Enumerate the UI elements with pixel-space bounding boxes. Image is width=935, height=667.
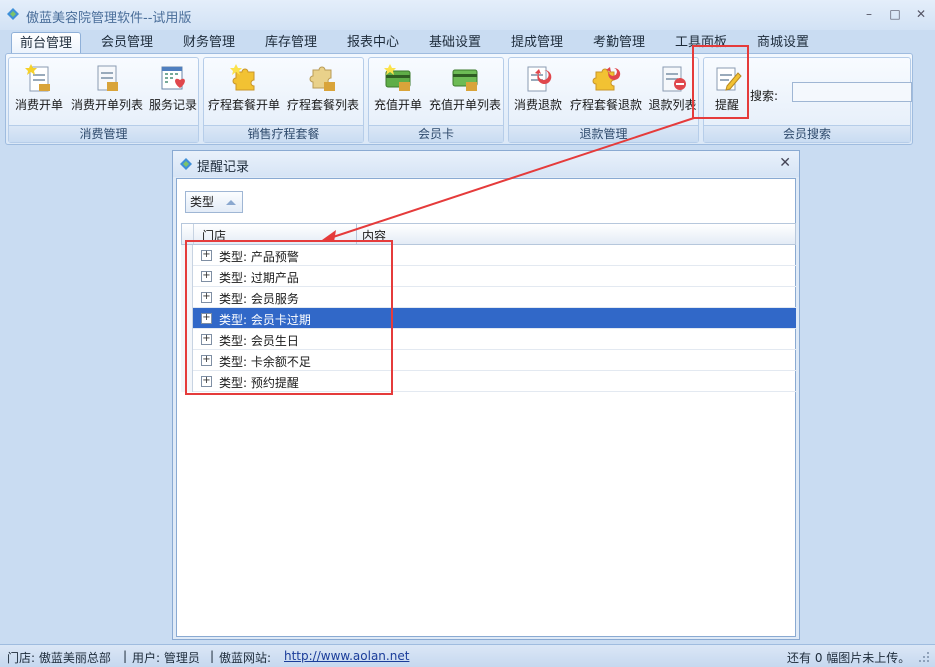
puzzle-star-icon: [230, 64, 255, 91]
group-refund: 消费退款 疗程套餐退款 退款列表 退款管理: [508, 57, 699, 143]
group-refund-label: 退款管理: [509, 125, 698, 142]
group-consumption-label: 消费管理: [9, 125, 198, 142]
package-order-button[interactable]: 疗程套餐开单: [206, 60, 282, 122]
group-package-sales-label: 销售疗程套餐: [204, 125, 363, 142]
member-search-input[interactable]: [792, 82, 912, 102]
search-label: 搜索:: [750, 89, 779, 103]
tab-members[interactable]: 会员管理: [92, 32, 162, 55]
tab-front-desk[interactable]: 前台管理: [11, 32, 81, 55]
tab-finance[interactable]: 财务管理: [174, 32, 244, 55]
title-bar: 傲蓝美容院管理软件--试用版 – □ ✕: [0, 0, 935, 30]
status-bar: 门店: 傲蓝美丽总部 | 用户: 管理员 | 傲蓝网站: http://www.…: [0, 644, 935, 667]
package-refund-button[interactable]: 疗程套餐退款: [567, 60, 645, 122]
package-list-label: 疗程套餐列表: [286, 98, 359, 112]
consume-refund-label: 消费退款: [513, 98, 562, 112]
document-list-icon: [97, 65, 118, 91]
tab-commission[interactable]: 提成管理: [502, 32, 572, 55]
status-separator: |: [210, 649, 215, 663]
tab-basic-settings[interactable]: 基础设置: [420, 32, 490, 55]
tab-attendance[interactable]: 考勤管理: [584, 32, 654, 55]
sort-ascending-icon: [226, 200, 236, 205]
group-member-card-label: 会员卡: [369, 125, 503, 142]
maximize-button[interactable]: □: [886, 6, 904, 22]
minimize-button[interactable]: –: [860, 6, 878, 22]
consume-order-list-label: 消费开单列表: [70, 98, 143, 112]
app-logo-icon: [7, 8, 19, 20]
recharge-order-button[interactable]: 充值开单: [371, 60, 425, 122]
service-record-label: 服务记录: [148, 98, 197, 112]
status-store: 门店: 傲蓝美丽总部: [7, 651, 111, 665]
document-refund-icon: [527, 66, 552, 92]
card-list-icon: [452, 69, 478, 91]
group-package-sales: 疗程套餐开单 疗程套餐列表 销售疗程套餐: [203, 57, 364, 143]
list-remove-icon: [662, 66, 686, 92]
tab-inventory[interactable]: 库存管理: [256, 32, 326, 55]
dialog-close-button[interactable]: ✕: [779, 155, 791, 171]
service-record-button[interactable]: 服务记录: [147, 60, 199, 122]
highlight-reminder-box: [692, 45, 749, 119]
highlight-rows-box: [185, 240, 393, 395]
document-star-icon: [25, 64, 50, 92]
recharge-order-label: 充值开单: [373, 98, 422, 112]
refund-list-label: 退款列表: [648, 98, 697, 112]
dialog-logo-icon: [180, 158, 192, 170]
recharge-list-button[interactable]: 充值开单列表: [427, 60, 503, 122]
dialog-title: 提醒记录: [197, 160, 250, 175]
dialog-title-bar: 提醒记录 ✕: [173, 151, 799, 177]
close-button[interactable]: ✕: [912, 6, 930, 22]
status-user: 用户: 管理员: [132, 651, 200, 665]
resize-grip-icon[interactable]: [918, 651, 930, 663]
website-link[interactable]: http://www.aolan.net: [284, 649, 409, 663]
status-site-label: 傲蓝网站:: [219, 651, 272, 665]
status-separator: |: [123, 649, 128, 663]
package-order-label: 疗程套餐开单: [207, 98, 280, 112]
ribbon: 消费开单 消费开单列表 服务记录 消费管理 疗程套餐开单 疗程套餐列表 销售疗程…: [5, 53, 913, 145]
package-refund-label: 疗程套餐退款: [569, 98, 642, 112]
group-by-label: 类型: [190, 195, 215, 209]
consume-refund-button[interactable]: 消费退款: [511, 60, 565, 122]
package-list-button[interactable]: 疗程套餐列表: [284, 60, 362, 122]
tab-reports[interactable]: 报表中心: [338, 32, 408, 55]
consume-order-label: 消费开单: [14, 98, 63, 112]
group-consumption: 消费开单 消费开单列表 服务记录 消费管理: [8, 57, 199, 143]
refund-list-button[interactable]: 退款列表: [647, 60, 698, 122]
consume-order-list-button[interactable]: 消费开单列表: [69, 60, 145, 122]
tab-shop-settings[interactable]: 商城设置: [748, 32, 818, 55]
consume-order-button[interactable]: 消费开单: [11, 60, 67, 122]
puzzle-refund-icon: [592, 67, 621, 91]
puzzle-list-icon: [309, 66, 335, 91]
window-title: 傲蓝美容院管理软件--试用版: [26, 11, 192, 26]
group-by-chip[interactable]: 类型: [185, 191, 243, 213]
recharge-list-label: 充值开单列表: [428, 98, 501, 112]
group-member-card: 充值开单 充值开单列表 会员卡: [368, 57, 504, 143]
reminder-dialog: 提醒记录 ✕ 类型 门店 内容 + 类型: 产品预警 + 类型: 过期产品 + 类型:…: [172, 150, 800, 640]
group-member-search-label: 会员搜索: [704, 125, 910, 142]
card-star-icon: [384, 64, 411, 91]
status-upload: 还有 0 幅图片未上传。: [787, 651, 911, 665]
calendar-heart-icon: [161, 66, 185, 90]
main-tab-strip: 前台管理 会员管理 财务管理 库存管理 报表中心 基础设置 提成管理 考勤管理 …: [0, 30, 935, 55]
